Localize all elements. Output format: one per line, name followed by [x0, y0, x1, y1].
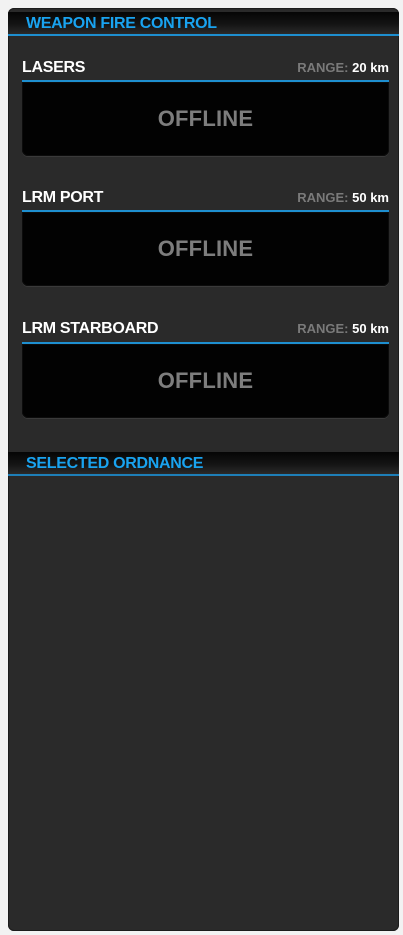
weapon-name-lrm-port: LRM PORT [22, 189, 104, 206]
weapon-header-lrm-port: LRM PORT RANGE: 50 km [22, 188, 389, 208]
weapon-range-lrm-starboard: RANGE: 50 km [297, 321, 389, 336]
weapon-name-lasers: LASERS [22, 59, 86, 76]
weapon-range-lasers: RANGE: 20 km [297, 60, 389, 75]
weapon-header-lrm-starboard: LRM STARBOARD RANGE: 50 km [22, 319, 389, 339]
range-value: 20 km [352, 60, 389, 75]
weapon-range-lrm-port: RANGE: 50 km [297, 190, 389, 205]
range-value: 50 km [352, 190, 389, 205]
weapon-panel: WEAPON FIRE CONTROL LASERS RANGE: 20 km … [8, 8, 399, 931]
weapon-status-lrm-starboard: OFFLINE [157, 368, 254, 393]
weapon-fire-control-title: WEAPON FIRE CONTROL [26, 15, 217, 32]
range-value: 50 km [352, 321, 389, 336]
selected-ordnance-title: SELECTED ORDNANCE [26, 455, 204, 472]
weapon-fire-control-header: WEAPON FIRE CONTROL [8, 12, 399, 36]
selected-ordnance-list [8, 476, 399, 931]
weapon-header-lasers: LASERS RANGE: 20 km [22, 58, 389, 78]
weapon-status-lasers: OFFLINE [157, 106, 254, 131]
weapon-status-box-lasers[interactable]: OFFLINE [22, 80, 389, 156]
weapon-status-box-lrm-port[interactable]: OFFLINE [22, 210, 389, 286]
weapon-name-lrm-starboard: LRM STARBOARD [22, 320, 159, 337]
weapon-status-lrm-port: OFFLINE [157, 236, 254, 261]
range-label: RANGE: [297, 321, 349, 336]
range-label: RANGE: [297, 190, 349, 205]
weapon-status-box-lrm-starboard[interactable]: OFFLINE [22, 342, 389, 418]
range-label: RANGE: [297, 60, 349, 75]
selected-ordnance-header: SELECTED ORDNANCE [8, 452, 399, 476]
